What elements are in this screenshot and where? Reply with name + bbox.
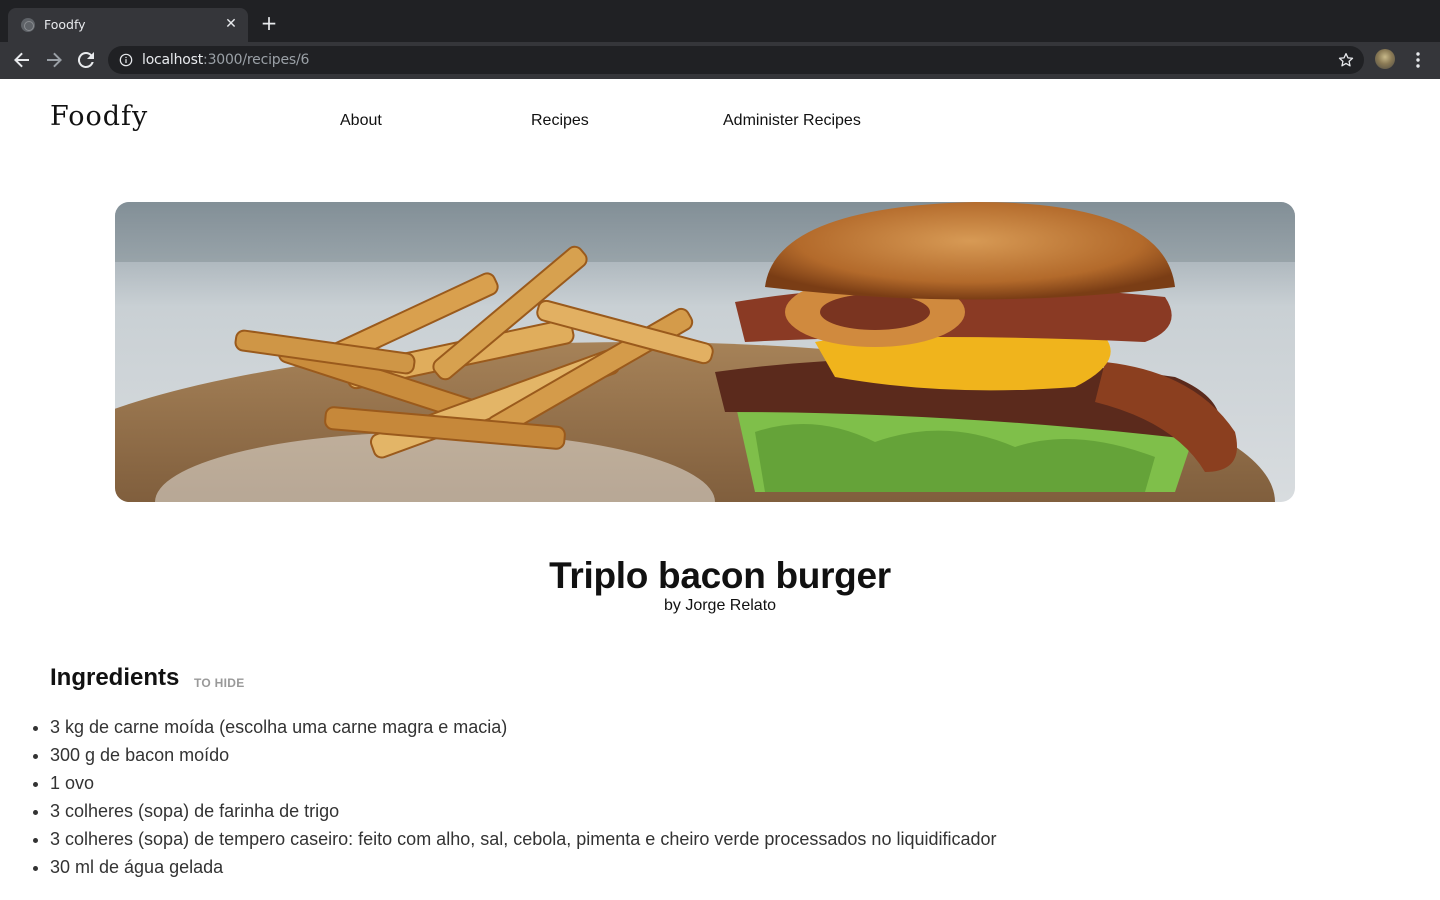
close-icon[interactable]: ✕ [222,15,240,33]
ingredients-list: 3 kg de carne moída (escolha uma carne m… [50,713,997,881]
nav-recipes[interactable]: Recipes [531,112,589,130]
recipe-title: Triplo bacon burger [549,555,891,596]
nav-about[interactable]: About [340,112,382,130]
url-host: localhost [142,52,204,68]
ingredients-heading: Ingredients [50,664,180,691]
ingredient-item: 3 kg de carne moída (escolha uma carne m… [50,713,997,741]
url-path: :3000/recipes/6 [203,52,310,68]
globe-icon [21,18,35,32]
recipe-hero-image [115,202,1295,502]
ingredient-item: 3 colheres (sopa) de tempero caseiro: fe… [50,825,997,853]
url-text: localhost:3000/recipes/6 [142,52,309,68]
new-tab-button[interactable]: + [259,13,279,33]
ingredients-toggle-button[interactable]: TO HIDE [194,676,245,690]
ingredient-item: 1 ovo [50,769,997,797]
back-icon[interactable] [10,48,34,72]
ingredient-item: 30 ml de água gelada [50,853,997,881]
nav-administer-recipes[interactable]: Administer Recipes [723,112,861,130]
browser-toolbar: localhost:3000/recipes/6 [0,42,1440,79]
recipe-author: by Jorge Relato [663,597,777,614]
tab-title: Foodfy [44,17,86,32]
browser-tab-strip: Foodfy ✕ + [0,0,1440,42]
browser-tab[interactable]: Foodfy ✕ [8,8,248,42]
reload-icon[interactable] [74,48,98,72]
address-bar[interactable]: localhost:3000/recipes/6 [108,46,1364,74]
bookmark-star-icon[interactable] [1337,51,1355,69]
kebab-menu-icon[interactable] [1408,50,1428,70]
site-logo[interactable]: Foodfy [50,101,148,132]
ingredient-item: 300 g de bacon moído [50,741,997,769]
info-icon[interactable] [119,53,133,67]
ingredient-item: 3 colheres (sopa) de farinha de trigo [50,797,997,825]
forward-icon[interactable] [42,48,66,72]
profile-avatar[interactable] [1375,49,1395,69]
page-content: Foodfy About Recipes Administer Recipes [0,79,1440,900]
